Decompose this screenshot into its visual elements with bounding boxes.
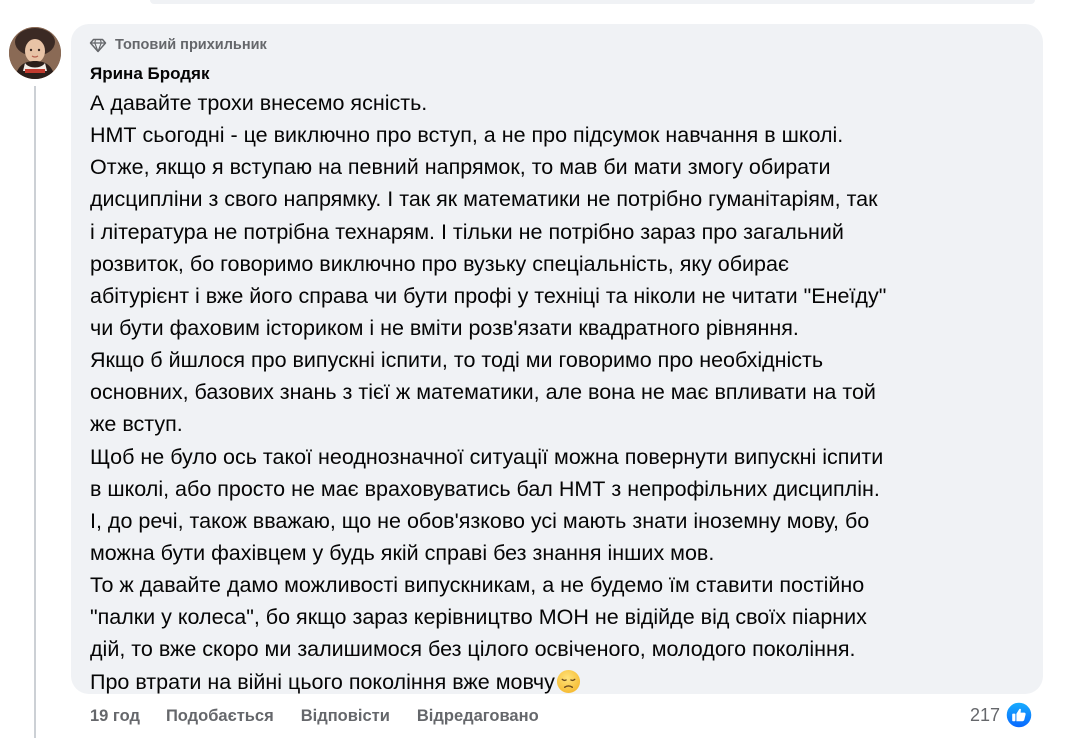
comment-line: Отже, якщо я вступаю на певний напрямок,… bbox=[90, 155, 831, 180]
reply-button[interactable]: Відповісти bbox=[301, 707, 390, 726]
comment-line: А давайте трохи внесемо ясність. bbox=[90, 91, 428, 115]
badge-label: Топовий прихильник bbox=[115, 37, 267, 53]
comment-view: Топовий прихильник Ярина Бродяк А давайт… bbox=[0, 0, 1066, 738]
comment-line: НМТ сьогодні - це виключно про вступ, а … bbox=[90, 123, 844, 148]
avatar-image bbox=[9, 27, 61, 79]
reactions-summary[interactable]: 217 bbox=[970, 701, 1033, 729]
comment-line: розвиток, бо говоримо виключно про вузьк… bbox=[90, 251, 789, 276]
comment-line: дій, то вже скоро ми залишимося без ціло… bbox=[90, 637, 856, 662]
previous-comment-edge-dot bbox=[1019, 0, 1029, 4]
comment-line: і література не потрібна технарям. І тіл… bbox=[90, 219, 844, 244]
previous-comment-edge bbox=[150, 0, 1035, 4]
comment-line: основних, базових знань з тієї ж математ… bbox=[90, 380, 876, 405]
comment-last-line: Про втрати на війні цього покоління вже … bbox=[90, 666, 1035, 698]
thread-line bbox=[34, 86, 36, 738]
comment-line: в школі, або просто не має враховуватись… bbox=[90, 476, 880, 501]
comment-line: То ж давайте дамо можливості випускникам… bbox=[90, 573, 865, 598]
top-fan-badge[interactable]: Топовий прихильник bbox=[89, 36, 267, 54]
comment-actions: 19 год Подобається Відповісти Відредагов… bbox=[90, 705, 539, 727]
author-name[interactable]: Ярина Бродяк bbox=[90, 63, 209, 85]
comment-line: чи бути фаховим істориком і не вміти роз… bbox=[90, 315, 799, 340]
reaction-count: 217 bbox=[970, 705, 1001, 725]
comment-line: Щоб не було ось такої неоднозначної ситу… bbox=[90, 444, 884, 469]
comment-line: абітурієнт і вже його справа чи бути про… bbox=[90, 283, 887, 308]
comment-text: А давайте трохи внесемо ясність. НМТ сьо… bbox=[90, 87, 1035, 698]
edited-label[interactable]: Відредаговано bbox=[417, 707, 539, 726]
diamond-icon bbox=[89, 38, 107, 53]
comment-line: Якщо б йшлося про випускні іспити, то то… bbox=[90, 348, 824, 373]
comment-line: Про втрати на війні цього покоління вже … bbox=[90, 669, 555, 694]
comment-line: дисципліни з свого напрямку. І так як ма… bbox=[90, 187, 878, 212]
comment-line: можна бути фахівцем у будь якій справі б… bbox=[90, 540, 715, 565]
avatar[interactable] bbox=[9, 27, 61, 79]
comment-line: "палки у колеса", бо якщо зараз керівниц… bbox=[90, 605, 867, 630]
comment-line: же вступ. bbox=[90, 412, 183, 437]
disappointed-face-emoji bbox=[556, 669, 580, 693]
comment-timestamp[interactable]: 19 год bbox=[90, 707, 140, 726]
like-thumb-icon bbox=[1005, 701, 1033, 729]
like-button[interactable]: Подобається bbox=[166, 707, 274, 726]
comment-line: І, до речі, також вважаю, що не обов'язк… bbox=[90, 508, 870, 533]
